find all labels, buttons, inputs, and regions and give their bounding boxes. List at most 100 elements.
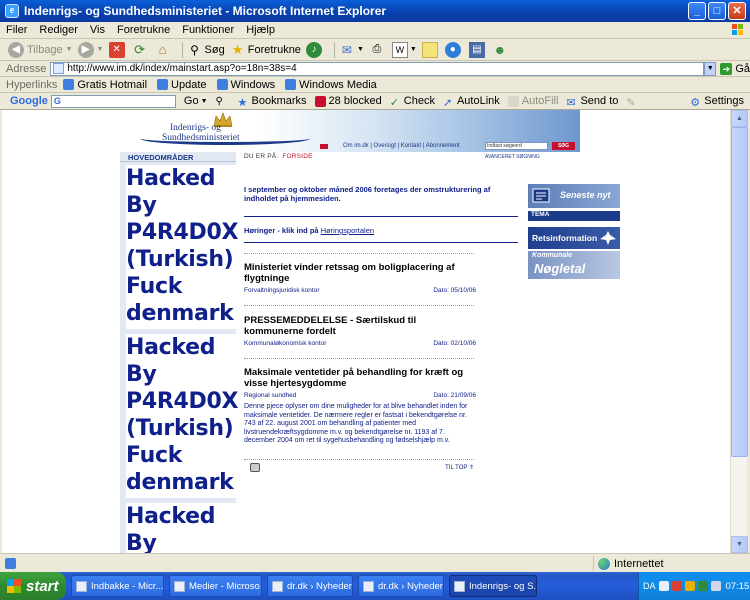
send-icon: ✉ (566, 96, 576, 109)
link-gratis-hotmail[interactable]: Gratis Hotmail (63, 79, 147, 91)
tray-volume-icon[interactable] (710, 581, 721, 591)
go-button[interactable]: ➔ Gå (720, 62, 750, 75)
send-to-button[interactable]: ✉ Send to (566, 95, 618, 109)
blocked-icon (314, 95, 326, 107)
edit-button[interactable]: W ▼ (391, 41, 417, 58)
google-logo[interactable]: Google (10, 95, 48, 107)
spell-check-button[interactable]: ✓ Check (390, 95, 435, 109)
ie-icon (272, 580, 283, 592)
taskbar-button-dr-1[interactable]: dr.dk › Nyheder... (267, 575, 353, 597)
left-navigation: HOVEDOMRÅDER Hacked By P4R4D0X (Turkish)… (120, 152, 238, 553)
taskbar-button-media[interactable]: Medier - Microso... (169, 575, 262, 597)
discuss-button[interactable] (421, 41, 440, 58)
link-windows-media[interactable]: Windows Media (285, 79, 377, 91)
latest-news-box[interactable]: Seneste nyt (528, 184, 620, 208)
breadcrumb-current[interactable]: FORSIDE (282, 153, 312, 160)
media-button[interactable]: ♪ (305, 41, 325, 58)
top-links[interactable]: Om im.dk | Oversigt | Kontakt | Abonneme… (343, 143, 460, 149)
link-windows[interactable]: Windows (216, 79, 275, 91)
star-icon: ★ (237, 96, 248, 109)
municipal-key-figures-box[interactable]: Kommunale Nøgletal (528, 251, 620, 279)
advanced-search-link[interactable]: AVANCERET SØGNING (485, 154, 540, 160)
google-go-button[interactable]: Go ▼ (184, 95, 208, 107)
search-button[interactable]: ⚲ Søg (187, 42, 225, 58)
scroll-thumb[interactable] (731, 127, 748, 457)
print-icon[interactable] (250, 463, 260, 472)
taskbar-button-dr-2[interactable]: dr.dk › Nyheder... (358, 575, 444, 597)
messenger-people-button[interactable]: ☻ (492, 42, 510, 58)
refresh-button[interactable]: ⟳ (132, 42, 150, 58)
print-button[interactable]: ⎙ (369, 42, 387, 58)
theme-box[interactable]: TEMA (528, 211, 620, 221)
maximize-button[interactable]: □ (708, 2, 726, 20)
news-title[interactable]: Ministeriet vinder retssag om boligplace… (244, 262, 476, 284)
chevron-down-icon: ▼ (356, 46, 364, 53)
back-button[interactable]: ◀ Tilbage ▼ (8, 41, 73, 58)
ie-icon (454, 580, 465, 592)
taskbar-button-ministry[interactable]: Indenrigs- og S... (449, 575, 537, 597)
menu-vis[interactable]: Vis (84, 24, 111, 36)
google-bookmarks-button[interactable]: ★ Bookmarks (237, 95, 307, 109)
site-search-input[interactable]: Indtast søgeord (485, 142, 548, 150)
uk-flag-icon[interactable] (320, 144, 328, 149)
globe-icon (598, 557, 610, 570)
news-item[interactable]: PRESSEMEDDELELSE - Særtilskud til kommun… (244, 315, 476, 347)
autolink-button[interactable]: ➚ AutoLink (443, 95, 500, 109)
taskbar: start Indbakke - Micr... Medier - Micros… (0, 572, 750, 600)
menu-funktioner[interactable]: Funktioner (176, 24, 240, 36)
taskbar-button-inbox[interactable]: Indbakke - Micr... (71, 575, 164, 597)
defacement-text: Hacked By P4R4D0X (Turkish) Fuck denmark (126, 165, 238, 329)
stop-button[interactable]: ✕ (108, 41, 127, 58)
retsinformation-box[interactable]: Retsinformation (528, 227, 620, 249)
address-dropdown[interactable]: ▼ (704, 61, 717, 76)
scroll-down-button[interactable]: ▼ (731, 536, 748, 553)
page-viewport[interactable]: Indenrigs- og Sundhedsministeriet Om im.… (2, 110, 730, 553)
address-input[interactable]: http://www.im.dk/index/mainstart.asp?o=1… (50, 61, 705, 76)
windows-logo-icon (732, 24, 743, 35)
close-button[interactable]: ✕ (728, 2, 746, 20)
minimize-button[interactable]: _ (688, 2, 706, 20)
popup-blocker-button[interactable]: 28 blocked (314, 95, 382, 107)
news-title[interactable]: PRESSEMEDDELELSE - Særtilskud til kommun… (244, 315, 476, 337)
page-status-icon (5, 557, 16, 569)
highlight-button[interactable]: ✎ (626, 96, 640, 109)
mail-button[interactable]: ✉ ▼ (339, 42, 364, 58)
window-titlebar[interactable]: e Indenrigs- og Sundhedsministeriet - Mi… (0, 0, 750, 22)
menu-hjaelp[interactable]: Hjælp (240, 24, 281, 36)
forward-button[interactable]: ▶ ▼ (77, 41, 104, 58)
google-search-site-button[interactable]: ⚲ (216, 96, 230, 107)
tray-alert-icon[interactable] (671, 581, 682, 591)
pencil-icon: ✎ (626, 96, 636, 109)
menu-rediger[interactable]: Rediger (33, 24, 84, 36)
news-dept: Kommunaløkonomisk kontor (244, 340, 327, 347)
language-indicator[interactable]: DA (643, 581, 656, 591)
news-item[interactable]: Ministeriet vinder retssag om boligplace… (244, 262, 476, 294)
link-update[interactable]: Update (157, 79, 207, 91)
site-search-button[interactable]: SØG (552, 142, 575, 150)
intro-notice: I september og oktober måned 2006 foreta… (244, 185, 491, 203)
google-search-input[interactable]: G (50, 94, 176, 108)
google-settings-button[interactable]: ⚙ Settings (690, 95, 744, 109)
home-button[interactable]: ⌂ (155, 42, 173, 58)
tray-security-icon[interactable] (658, 581, 669, 591)
tray-network-icon[interactable] (684, 581, 695, 591)
research-button[interactable]: ▤ (468, 41, 487, 58)
scroll-up-button[interactable]: ▲ (731, 110, 748, 127)
vertical-scrollbar[interactable]: ▲ ▼ (730, 110, 748, 553)
status-bar: Internettet (0, 553, 750, 572)
autofill-icon (507, 95, 519, 107)
to-top-link[interactable]: TIL TOP ⇑ (445, 464, 474, 471)
favorites-button[interactable]: ★ Foretrukne (230, 42, 301, 58)
clock[interactable]: 07:15 (726, 581, 750, 592)
autofill-button[interactable]: AutoFill (507, 95, 558, 107)
hearing-portal-link[interactable]: Høringsportalen (321, 226, 374, 235)
menu-foretrukne[interactable]: Foretrukne (111, 24, 176, 36)
news-title[interactable]: Maksimale ventetider på behandling for k… (244, 367, 476, 389)
refresh-icon: ⟳ (134, 41, 145, 57)
messenger-button[interactable]: ● (444, 41, 464, 58)
menu-filer[interactable]: Filer (0, 24, 33, 36)
news-item[interactable]: Maksimale ventetider på behandling for k… (244, 367, 476, 446)
star-icon: ★ (231, 41, 244, 57)
tray-shield-icon[interactable] (697, 581, 708, 591)
start-button[interactable]: start (0, 572, 66, 600)
